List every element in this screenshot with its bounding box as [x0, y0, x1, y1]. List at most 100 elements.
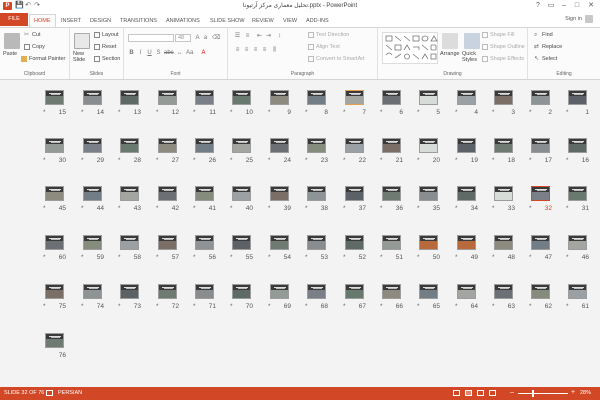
slide-thumbnail[interactable] — [232, 235, 251, 250]
transition-star-icon[interactable]: * — [343, 157, 346, 164]
tab-insert[interactable]: INSERT — [61, 15, 81, 27]
new-slide-button[interactable]: New Slide — [73, 51, 93, 63]
slide-thumbnail[interactable] — [494, 235, 513, 250]
slide-thumbnail[interactable] — [419, 138, 438, 153]
slide-thumbnail[interactable] — [345, 284, 364, 299]
transition-star-icon[interactable]: * — [417, 205, 420, 212]
slide-thumbnail[interactable] — [457, 138, 476, 153]
tab-review[interactable]: REVIEW — [252, 15, 274, 27]
ribbon-display-icon[interactable]: ▭ — [545, 1, 557, 10]
slide-thumbnail[interactable] — [270, 90, 289, 105]
convert-smartart-button[interactable]: Convert to SmartArt — [308, 56, 365, 62]
bold-icon[interactable]: B — [128, 50, 135, 57]
slide-thumbnail[interactable] — [120, 90, 139, 105]
maximize-button[interactable]: □ — [571, 1, 583, 10]
transition-star-icon[interactable]: * — [81, 205, 84, 212]
transition-star-icon[interactable]: * — [81, 303, 84, 310]
transition-star-icon[interactable]: * — [43, 157, 46, 164]
transition-star-icon[interactable]: * — [492, 303, 495, 310]
slide-thumbnail[interactable] — [120, 138, 139, 153]
reset-button[interactable]: Reset — [94, 44, 116, 50]
slide-thumbnail[interactable] — [83, 186, 102, 201]
language-indicator[interactable]: PERSIAN — [58, 390, 82, 396]
slide-thumbnail[interactable] — [158, 90, 177, 105]
underline-icon[interactable]: U — [146, 50, 153, 57]
slide-thumbnail[interactable] — [120, 186, 139, 201]
slide-thumbnail[interactable] — [345, 90, 364, 105]
transition-star-icon[interactable]: * — [566, 205, 569, 212]
char-spacing-icon[interactable]: ↔ — [176, 50, 183, 57]
transition-star-icon[interactable]: * — [417, 254, 420, 261]
slide-thumbnail[interactable] — [568, 90, 587, 105]
transition-star-icon[interactable]: * — [268, 157, 271, 164]
font-color-icon[interactable]: A — [200, 50, 207, 57]
slide-thumbnail[interactable] — [232, 284, 251, 299]
quick-styles-button[interactable]: Quick Styles — [462, 51, 482, 63]
slide-thumbnail[interactable] — [45, 90, 64, 105]
transition-star-icon[interactable]: * — [343, 303, 346, 310]
slide-thumbnail[interactable] — [382, 90, 401, 105]
slide-thumbnail[interactable] — [568, 284, 587, 299]
transition-star-icon[interactable]: * — [230, 109, 233, 116]
zoom-level[interactable]: 28% — [580, 390, 591, 396]
slide-thumbnail[interactable] — [419, 186, 438, 201]
slide-thumbnail[interactable] — [195, 138, 214, 153]
shape-effects-button[interactable]: Shape Effects — [482, 56, 524, 62]
transition-star-icon[interactable]: * — [380, 157, 383, 164]
transition-star-icon[interactable]: * — [268, 109, 271, 116]
transition-star-icon[interactable]: * — [455, 109, 458, 116]
slide-thumbnail[interactable] — [307, 284, 326, 299]
arrange-icon[interactable] — [442, 33, 458, 49]
slide-thumbnail[interactable] — [457, 284, 476, 299]
close-button[interactable]: ✕ — [585, 1, 597, 10]
transition-star-icon[interactable]: * — [193, 254, 196, 261]
transition-star-icon[interactable]: * — [118, 109, 121, 116]
slide-thumbnail[interactable] — [195, 235, 214, 250]
transition-star-icon[interactable]: * — [492, 254, 495, 261]
slide-thumbnail[interactable] — [120, 235, 139, 250]
transition-star-icon[interactable]: * — [566, 109, 569, 116]
tab-file[interactable]: FILE — [0, 13, 28, 26]
slideshow-view-icon[interactable] — [489, 390, 496, 396]
slide-thumbnail[interactable] — [419, 90, 438, 105]
slide-thumbnail[interactable] — [270, 284, 289, 299]
italic-icon[interactable]: I — [137, 50, 144, 57]
slide-thumbnail[interactable] — [457, 235, 476, 250]
transition-star-icon[interactable]: * — [529, 157, 532, 164]
slide-thumbnail[interactable] — [531, 186, 550, 201]
slide-thumbnail[interactable] — [307, 186, 326, 201]
section-button[interactable]: Section — [94, 56, 120, 62]
slide-thumbnail[interactable] — [232, 138, 251, 153]
transition-star-icon[interactable]: * — [81, 254, 84, 261]
slide-thumbnail[interactable] — [419, 235, 438, 250]
transition-star-icon[interactable]: * — [343, 254, 346, 261]
help-icon[interactable]: ? — [532, 1, 544, 10]
normal-view-icon[interactable] — [453, 390, 460, 396]
slide-thumbnail[interactable] — [307, 235, 326, 250]
transition-star-icon[interactable]: * — [343, 109, 346, 116]
slide-sorter-view-icon[interactable] — [465, 390, 472, 396]
transition-star-icon[interactable]: * — [81, 157, 84, 164]
slide-thumbnail[interactable] — [158, 235, 177, 250]
zoom-slider-thumb[interactable] — [532, 390, 534, 397]
slide-thumbnail[interactable] — [158, 138, 177, 153]
slide-thumbnail[interactable] — [382, 235, 401, 250]
zoom-slider-track[interactable] — [518, 393, 568, 394]
slide-thumbnail[interactable] — [457, 90, 476, 105]
slide-thumbnail[interactable] — [419, 284, 438, 299]
transition-star-icon[interactable]: * — [193, 303, 196, 310]
shrink-font-icon[interactable]: a — [202, 35, 209, 42]
tab-home[interactable]: HOME — [29, 14, 56, 27]
text-direction-button[interactable]: Text Direction — [308, 32, 349, 38]
slide-thumbnail[interactable] — [83, 284, 102, 299]
spelling-icon[interactable] — [46, 390, 53, 396]
transition-star-icon[interactable]: * — [118, 254, 121, 261]
slide-thumbnail[interactable] — [195, 284, 214, 299]
slide-thumbnail[interactable] — [531, 235, 550, 250]
slide-thumbnail[interactable] — [382, 284, 401, 299]
transition-star-icon[interactable]: * — [268, 205, 271, 212]
slide-thumbnail[interactable] — [45, 284, 64, 299]
slide-thumbnail[interactable] — [382, 138, 401, 153]
transition-star-icon[interactable]: * — [268, 254, 271, 261]
slide-thumbnail[interactable] — [45, 186, 64, 201]
